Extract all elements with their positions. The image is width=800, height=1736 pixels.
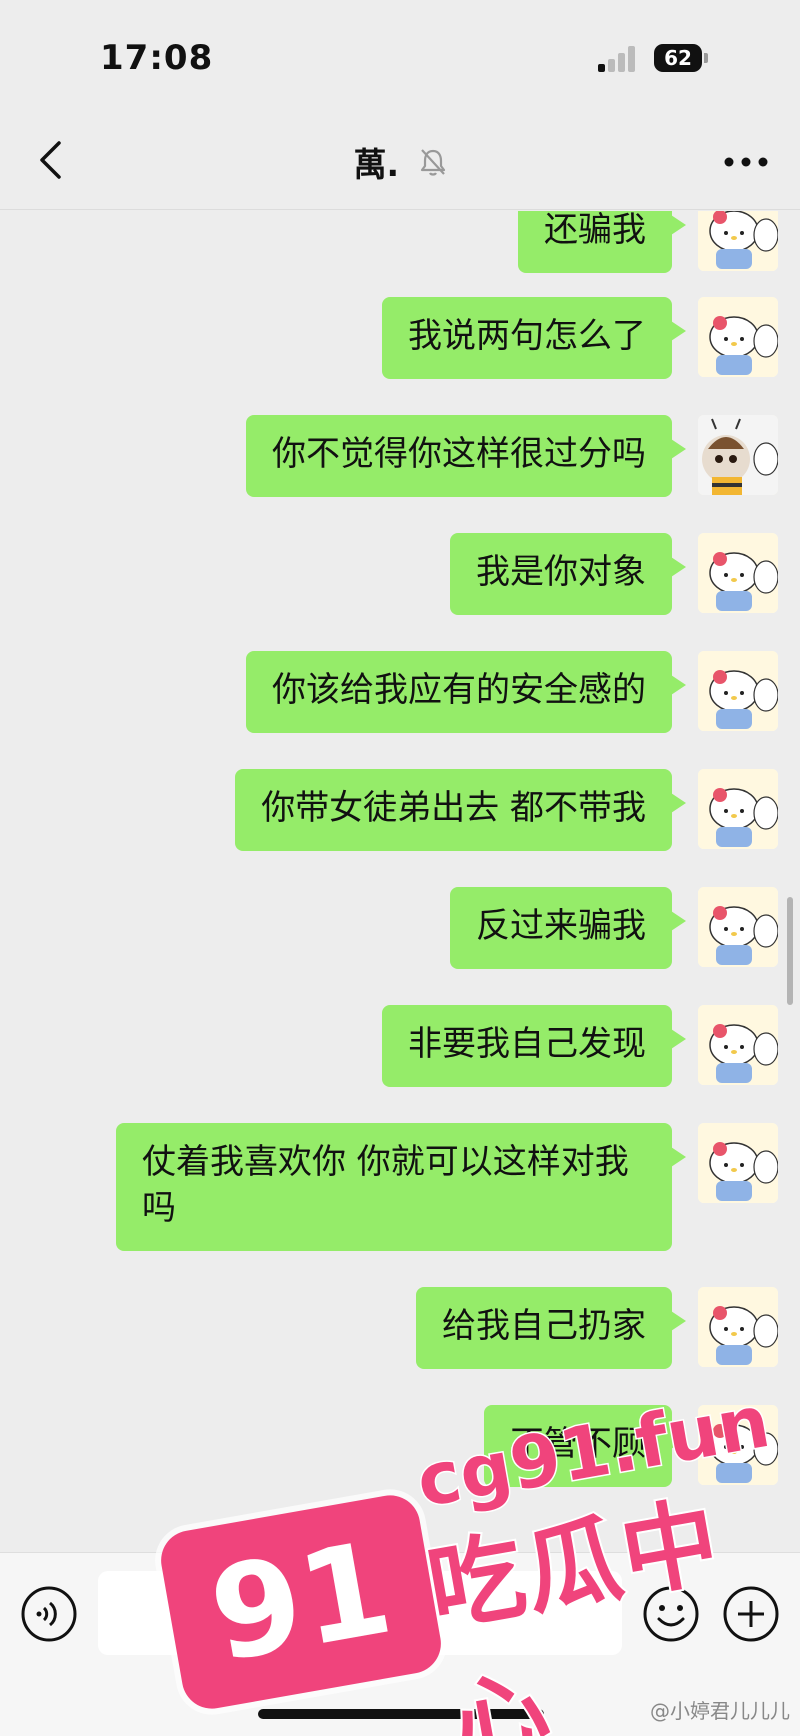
voice-icon bbox=[21, 1586, 77, 1642]
message-bubble[interactable]: 还骗我 bbox=[518, 211, 686, 273]
message-bubble[interactable]: 给我自己扔家 bbox=[416, 1287, 686, 1369]
message-row: 反过来骗我 bbox=[450, 887, 778, 969]
message-bubble[interactable]: 你不觉得你这样很过分吗 bbox=[246, 415, 686, 497]
hello-kitty-avatar[interactable] bbox=[698, 211, 778, 271]
hello-kitty-avatar[interactable] bbox=[698, 769, 778, 849]
chat-header: 萬. bbox=[0, 110, 800, 210]
mute-bell-icon bbox=[420, 149, 445, 176]
message-row: 我说两句怎么了 bbox=[382, 297, 778, 379]
battery-level: 62 bbox=[664, 46, 692, 70]
message-list[interactable]: 还骗我 我说两句怎么了 你不觉得你这样很过分吗 我是你对象 你该给我应有的安全感… bbox=[0, 211, 800, 1551]
message-row: 非要我自己发现 bbox=[382, 1005, 778, 1087]
message-bubble[interactable]: 仗着我喜欢你 你就可以这样对我吗 bbox=[116, 1123, 686, 1251]
status-bar: 17:08 62 bbox=[0, 0, 800, 110]
message-row: 我是你对象 bbox=[450, 533, 778, 615]
message-row: 给我自己扔家 bbox=[416, 1287, 778, 1369]
voice-input-button[interactable] bbox=[20, 1585, 78, 1643]
hello-kitty-avatar[interactable] bbox=[698, 887, 778, 967]
message-row: 你该给我应有的安全感的 bbox=[246, 651, 778, 733]
message-bubble[interactable]: 我说两句怎么了 bbox=[382, 297, 686, 379]
more-dots-icon bbox=[724, 157, 768, 167]
hello-kitty-avatar[interactable] bbox=[698, 297, 778, 377]
hello-kitty-avatar[interactable] bbox=[698, 651, 778, 731]
message-bubble[interactable]: 你带女徒弟出去 都不带我 bbox=[235, 769, 686, 851]
message-row: 仗着我喜欢你 你就可以这样对我吗 bbox=[116, 1123, 778, 1251]
hello-kitty-avatar[interactable] bbox=[698, 1287, 778, 1367]
message-bubble[interactable]: 反过来骗我 bbox=[450, 887, 686, 969]
battery-indicator: 62 bbox=[654, 44, 702, 72]
hello-kitty-avatar[interactable] bbox=[698, 1123, 778, 1203]
message-row: 还骗我 bbox=[518, 211, 778, 273]
message-bubble[interactable]: 我是你对象 bbox=[450, 533, 686, 615]
status-time: 17:08 bbox=[100, 38, 214, 78]
battery-tip bbox=[704, 53, 708, 63]
message-bubble[interactable]: 非要我自己发现 bbox=[382, 1005, 686, 1087]
bee-kid-avatar[interactable] bbox=[698, 415, 778, 495]
hello-kitty-avatar[interactable] bbox=[698, 1005, 778, 1085]
message-row: 你带女徒弟出去 都不带我 bbox=[235, 769, 778, 851]
hello-kitty-avatar[interactable] bbox=[698, 533, 778, 613]
scroll-indicator[interactable] bbox=[787, 897, 793, 1005]
contact-name: 萬. bbox=[353, 145, 400, 184]
message-bubble[interactable]: 你该给我应有的安全感的 bbox=[246, 651, 686, 733]
chat-title: 萬. bbox=[0, 138, 800, 186]
message-row: 你不觉得你这样很过分吗 bbox=[246, 415, 778, 497]
cellular-signal-icon bbox=[598, 46, 638, 72]
more-options-button[interactable] bbox=[716, 142, 776, 182]
